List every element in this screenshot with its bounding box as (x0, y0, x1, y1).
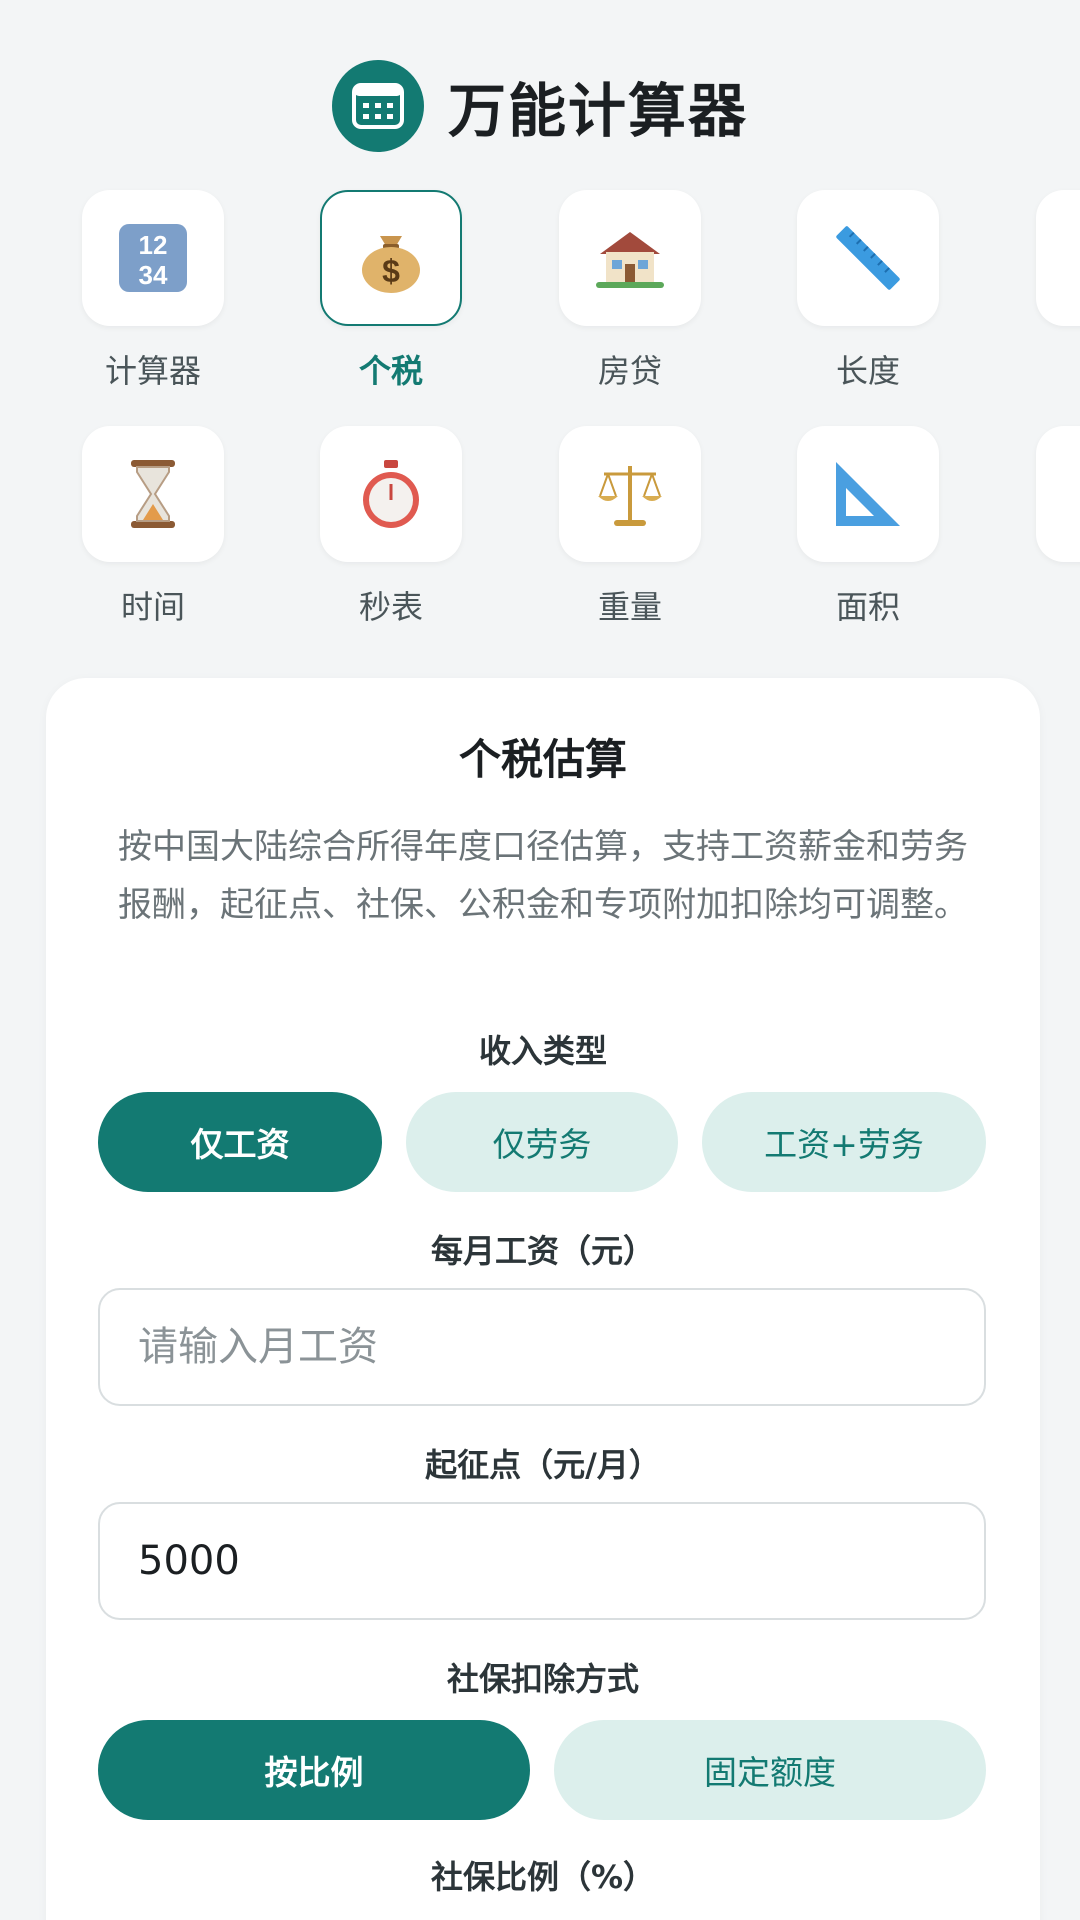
social-insurance-ratio-label: 社保比例（%） (430, 1858, 656, 1896)
svg-text:34: 34 (139, 260, 168, 290)
svg-text:$: $ (382, 253, 400, 289)
tool-income-tax[interactable]: $ 个税 (320, 190, 462, 392)
social-insurance-fixed-button[interactable]: 固定额度 (554, 1720, 986, 1820)
monthly-salary-input[interactable] (98, 1288, 986, 1406)
tool-partial-row1[interactable] (1036, 190, 1080, 326)
income-type-label: 收入类型 (478, 1032, 607, 1070)
social-insurance-mode-label: 社保扣除方式 (446, 1660, 639, 1698)
number-pad-icon: 12 34 (119, 224, 187, 292)
tool-tile[interactable]: $ (320, 190, 462, 326)
threshold-label: 起征点（元/月） (425, 1446, 661, 1484)
tool-label: 面积 (835, 588, 900, 626)
tool-label: 秒表 (358, 588, 423, 626)
tool-area[interactable]: 面积 (797, 426, 939, 628)
svg-text:12: 12 (139, 230, 168, 260)
tool-length[interactable]: 长度 (797, 190, 939, 392)
hourglass-icon (131, 460, 175, 528)
tool-tile[interactable] (559, 190, 701, 326)
app-header: 万能计算器 (0, 60, 1080, 152)
triangle-ruler-icon (836, 462, 900, 526)
tool-tile[interactable] (1036, 426, 1080, 562)
tool-calculator[interactable]: 12 34 计算器 (82, 190, 224, 392)
house-icon (596, 232, 664, 288)
app-screen: 万能计算器 12 34 计算器 $ 个税 房贷 长度 时间 秒表 重量 面积 个… (0, 0, 1080, 1920)
tool-weight[interactable]: 重量 (559, 426, 701, 628)
tool-tile[interactable] (797, 190, 939, 326)
tool-label: 重量 (597, 588, 662, 626)
tool-stopwatch[interactable]: 秒表 (320, 426, 462, 628)
tax-card: 个税估算 按中国大陆综合所得年度口径估算，支持工资薪金和劳务报酬，起征点、社保、… (46, 678, 1040, 1920)
tool-mortgage[interactable]: 房贷 (559, 190, 701, 392)
money-bag-icon: $ (362, 236, 420, 293)
card-description: 按中国大陆综合所得年度口径估算，支持工资薪金和劳务报酬，起征点、社保、公积金和专… (118, 827, 968, 925)
tool-label: 房贷 (597, 352, 662, 390)
ruler-icon (836, 226, 900, 290)
tool-time[interactable]: 时间 (82, 426, 224, 628)
tool-tile[interactable]: 12 34 (82, 190, 224, 326)
stopwatch-icon (363, 460, 419, 528)
tool-tile[interactable] (797, 426, 939, 562)
card-title: 个税估算 (458, 735, 627, 784)
income-type-labor-button[interactable]: 仅劳务 (406, 1092, 678, 1192)
calculator-logo-icon (331, 60, 424, 152)
tool-label: 时间 (120, 588, 185, 626)
tool-label: 计算器 (104, 352, 201, 390)
tool-tile[interactable] (559, 426, 701, 562)
monthly-salary-label: 每月工资（元） (430, 1232, 655, 1270)
social-insurance-ratio-button[interactable]: 按比例 (98, 1720, 530, 1820)
app-title: 万能计算器 (447, 77, 748, 145)
income-type-both-button[interactable]: 工资+劳务 (702, 1092, 986, 1192)
income-type-salary-button[interactable]: 仅工资 (98, 1092, 382, 1192)
tool-tile[interactable] (320, 426, 462, 562)
tool-partial-row2[interactable] (1036, 426, 1080, 562)
threshold-input[interactable] (98, 1502, 986, 1620)
tool-label: 长度 (835, 352, 900, 390)
scales-icon (598, 466, 662, 526)
tool-label: 个税 (358, 352, 423, 390)
tool-tile[interactable] (82, 426, 224, 562)
tool-tile[interactable] (1036, 190, 1080, 326)
